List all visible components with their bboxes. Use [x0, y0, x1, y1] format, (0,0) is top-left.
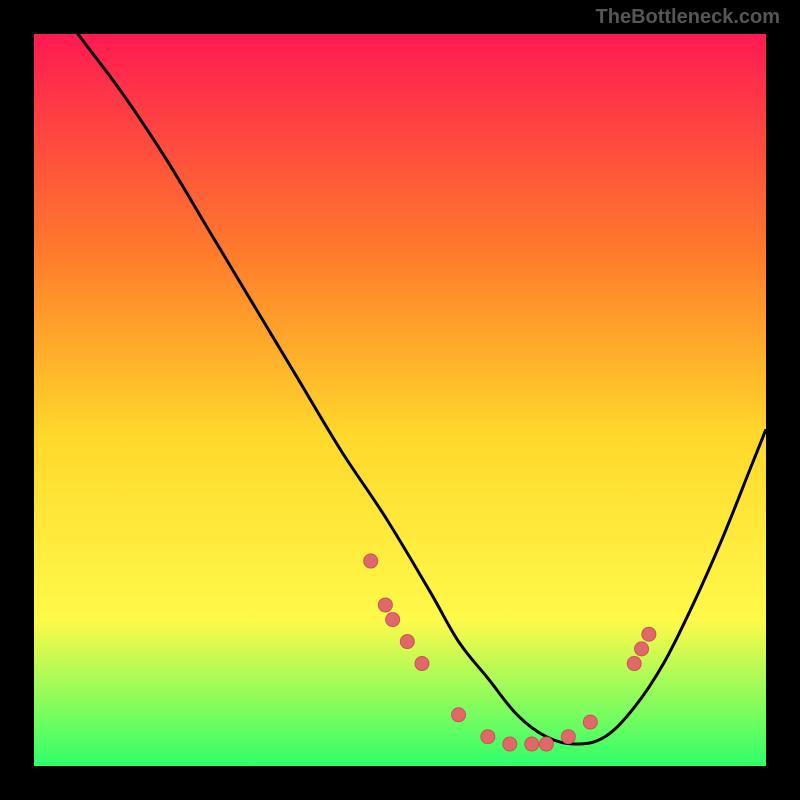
gradient-background	[34, 34, 766, 766]
data-point-marker	[415, 657, 429, 671]
data-point-marker	[364, 554, 378, 568]
data-point-marker	[525, 737, 539, 751]
chart-container: TheBottleneck.com	[0, 0, 800, 800]
data-point-marker	[481, 730, 495, 744]
data-point-marker	[452, 708, 466, 722]
chart-svg	[34, 34, 766, 766]
plot-area	[34, 34, 766, 766]
data-point-marker	[378, 598, 392, 612]
data-point-marker	[635, 642, 649, 656]
data-point-marker	[627, 657, 641, 671]
data-point-marker	[386, 613, 400, 627]
data-point-marker	[642, 627, 656, 641]
data-point-marker	[583, 715, 597, 729]
data-point-marker	[400, 635, 414, 649]
watermark-label: TheBottleneck.com	[596, 6, 780, 29]
data-point-marker	[503, 737, 517, 751]
data-point-marker	[561, 730, 575, 744]
data-point-marker	[539, 737, 553, 751]
